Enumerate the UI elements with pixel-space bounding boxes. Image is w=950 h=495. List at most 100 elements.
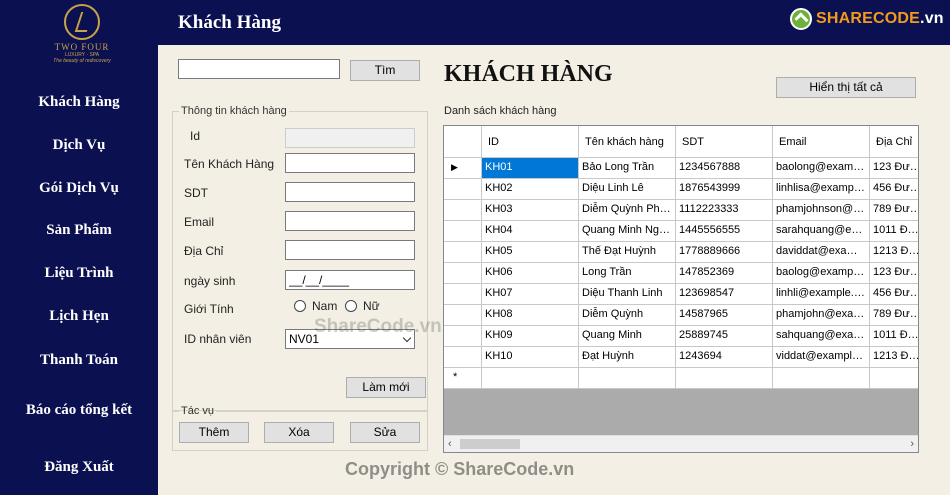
table-cell[interactable]: sarahquang@ex... bbox=[773, 221, 870, 242]
table-cell[interactable] bbox=[676, 368, 773, 389]
nav-thanh-toan[interactable]: Thanh Toán bbox=[0, 352, 158, 369]
birth-field[interactable] bbox=[285, 270, 415, 290]
table-cell[interactable]: 456 Đường bbox=[870, 179, 918, 200]
new-row-header[interactable]: * bbox=[444, 368, 482, 389]
table-cell[interactable]: 1234567888 bbox=[676, 158, 773, 179]
grid-column-header[interactable]: Tên khách hàng bbox=[579, 126, 676, 158]
grid-column-header[interactable]: Địa Chỉ bbox=[870, 126, 918, 158]
table-cell[interactable] bbox=[482, 368, 579, 389]
phone-field[interactable] bbox=[285, 182, 415, 202]
table-cell[interactable]: 25889745 bbox=[676, 326, 773, 347]
table-cell[interactable]: KH05 bbox=[482, 242, 579, 263]
table-cell[interactable]: 1112223333 bbox=[676, 200, 773, 221]
table-cell[interactable]: 1445556555 bbox=[676, 221, 773, 242]
table-cell[interactable]: linhlisa@example... bbox=[773, 179, 870, 200]
row-header[interactable] bbox=[444, 263, 482, 284]
nav-goi-dich-vu[interactable]: Gói Dịch Vụ bbox=[0, 180, 158, 197]
table-row[interactable]: ▶ KH01 Bảo Long Trần 1234567888 baolong@exam… bbox=[444, 158, 918, 179]
table-cell[interactable]: Đạt Huỳnh bbox=[579, 347, 676, 368]
scroll-right-icon[interactable]: › bbox=[910, 438, 914, 450]
table-cell[interactable]: 123698547 bbox=[676, 284, 773, 305]
horizontal-scrollbar[interactable]: ‹ › bbox=[444, 435, 918, 452]
row-header[interactable] bbox=[444, 242, 482, 263]
table-row[interactable]: KH06 Long Trần 147852369 baolog@example... 1… bbox=[444, 263, 918, 284]
table-cell[interactable]: Quang Minh Ngu... bbox=[579, 221, 676, 242]
table-row[interactable]: KH10 Đạt Huỳnh 1243694 viddat@example.... 12… bbox=[444, 347, 918, 368]
table-cell[interactable]: 1243694 bbox=[676, 347, 773, 368]
scroll-thumb[interactable] bbox=[460, 439, 520, 449]
table-cell[interactable]: Bảo Long Trần bbox=[579, 158, 676, 179]
customer-grid[interactable]: ID Tên khách hàng SDT Email Địa Chỉ ▶ KH01 Bảo … bbox=[443, 125, 919, 453]
table-cell[interactable]: 1011 Đường bbox=[870, 326, 918, 347]
row-header[interactable] bbox=[444, 221, 482, 242]
edit-button[interactable]: Sửa bbox=[350, 422, 420, 443]
grid-corner-header[interactable] bbox=[444, 126, 482, 158]
table-cell[interactable]: Diệu Thanh Linh bbox=[579, 284, 676, 305]
table-cell[interactable]: 147852369 bbox=[676, 263, 773, 284]
table-cell[interactable]: 1213 Đường bbox=[870, 242, 918, 263]
table-cell[interactable]: Quang Minh bbox=[579, 326, 676, 347]
row-header[interactable] bbox=[444, 305, 482, 326]
table-cell[interactable]: KH04 bbox=[482, 221, 579, 242]
table-cell[interactable]: 1876543999 bbox=[676, 179, 773, 200]
search-button[interactable]: Tìm bbox=[350, 60, 420, 81]
table-row[interactable]: KH08 Diễm Quỳnh 14587965 phamjohn@exam... 78… bbox=[444, 305, 918, 326]
nav-dich-vu[interactable]: Dịch Vụ bbox=[0, 137, 158, 154]
table-cell[interactable]: phamjohn@exam... bbox=[773, 305, 870, 326]
name-field[interactable] bbox=[285, 153, 415, 173]
add-button[interactable]: Thêm bbox=[179, 422, 249, 443]
table-row[interactable]: KH03 Diễm Quỳnh Phạm 1112223333 phamjohnson… bbox=[444, 200, 918, 221]
table-cell[interactable]: KH10 bbox=[482, 347, 579, 368]
table-cell[interactable]: KH02 bbox=[482, 179, 579, 200]
table-cell[interactable]: 789 Đường bbox=[870, 200, 918, 221]
table-cell[interactable]: 789 Đường bbox=[870, 305, 918, 326]
table-cell[interactable]: 14587965 bbox=[676, 305, 773, 326]
table-cell[interactable]: daviddat@examp... bbox=[773, 242, 870, 263]
table-row[interactable]: KH02 Diệu Linh Lê 1876543999 linhlisa@examp… bbox=[444, 179, 918, 200]
table-cell[interactable]: Diệu Linh Lê bbox=[579, 179, 676, 200]
table-row[interactable]: KH05 Thế Đạt Huỳnh 1778889666 daviddat@exam… bbox=[444, 242, 918, 263]
table-row[interactable]: KH09 Quang Minh 25889745 sahquang@exam... 10… bbox=[444, 326, 918, 347]
row-header[interactable] bbox=[444, 179, 482, 200]
table-cell[interactable]: phamjohnson@e... bbox=[773, 200, 870, 221]
table-cell[interactable]: 1778889666 bbox=[676, 242, 773, 263]
gender-male-radio[interactable] bbox=[294, 300, 306, 312]
table-cell[interactable] bbox=[579, 368, 676, 389]
table-cell[interactable]: 456 Đường bbox=[870, 284, 918, 305]
table-cell[interactable]: Diễm Quỳnh Phạm bbox=[579, 200, 676, 221]
row-header[interactable] bbox=[444, 200, 482, 221]
table-cell[interactable]: KH09 bbox=[482, 326, 579, 347]
new-row[interactable]: * bbox=[444, 368, 918, 389]
search-input[interactable] bbox=[178, 59, 340, 79]
delete-button[interactable]: Xóa bbox=[264, 422, 334, 443]
refresh-button[interactable]: Làm mới bbox=[346, 377, 426, 398]
table-cell[interactable]: sahquang@exam... bbox=[773, 326, 870, 347]
table-cell[interactable]: 1213 Đường bbox=[870, 347, 918, 368]
table-cell[interactable]: Thế Đạt Huỳnh bbox=[579, 242, 676, 263]
nav-san-pham[interactable]: Sản Phẩm bbox=[0, 222, 158, 239]
nav-lieu-trinh[interactable]: Liệu Trình bbox=[0, 265, 158, 282]
nav-khach-hang[interactable]: Khách Hàng bbox=[0, 94, 158, 111]
table-cell[interactable]: viddat@example.... bbox=[773, 347, 870, 368]
table-row[interactable]: KH04 Quang Minh Ngu... 1445556555 sarahquan… bbox=[444, 221, 918, 242]
id-field[interactable] bbox=[285, 128, 415, 148]
row-header[interactable] bbox=[444, 347, 482, 368]
table-cell[interactable]: 123 Đường bbox=[870, 263, 918, 284]
show-all-button[interactable]: Hiển thị tất cả bbox=[776, 77, 916, 98]
row-header[interactable] bbox=[444, 326, 482, 347]
table-cell[interactable]: KH06 bbox=[482, 263, 579, 284]
row-header[interactable] bbox=[444, 284, 482, 305]
table-cell[interactable]: linhli@example.c... bbox=[773, 284, 870, 305]
grid-column-header[interactable]: SDT bbox=[676, 126, 773, 158]
nav-bao-cao[interactable]: Báo cáo tổng kết bbox=[0, 402, 158, 419]
table-cell[interactable]: 1011 Đường bbox=[870, 221, 918, 242]
grid-column-header[interactable]: ID bbox=[482, 126, 579, 158]
table-cell[interactable]: Long Trần bbox=[579, 263, 676, 284]
table-cell[interactable]: KH01 bbox=[482, 158, 579, 179]
table-cell[interactable]: baolong@exampl... bbox=[773, 158, 870, 179]
table-cell[interactable]: 123 Đường bbox=[870, 158, 918, 179]
table-row[interactable]: KH07 Diệu Thanh Linh 123698547 linhli@examp… bbox=[444, 284, 918, 305]
email-field[interactable] bbox=[285, 211, 415, 231]
grid-column-header[interactable]: Email bbox=[773, 126, 870, 158]
scroll-left-icon[interactable]: ‹ bbox=[448, 438, 452, 450]
